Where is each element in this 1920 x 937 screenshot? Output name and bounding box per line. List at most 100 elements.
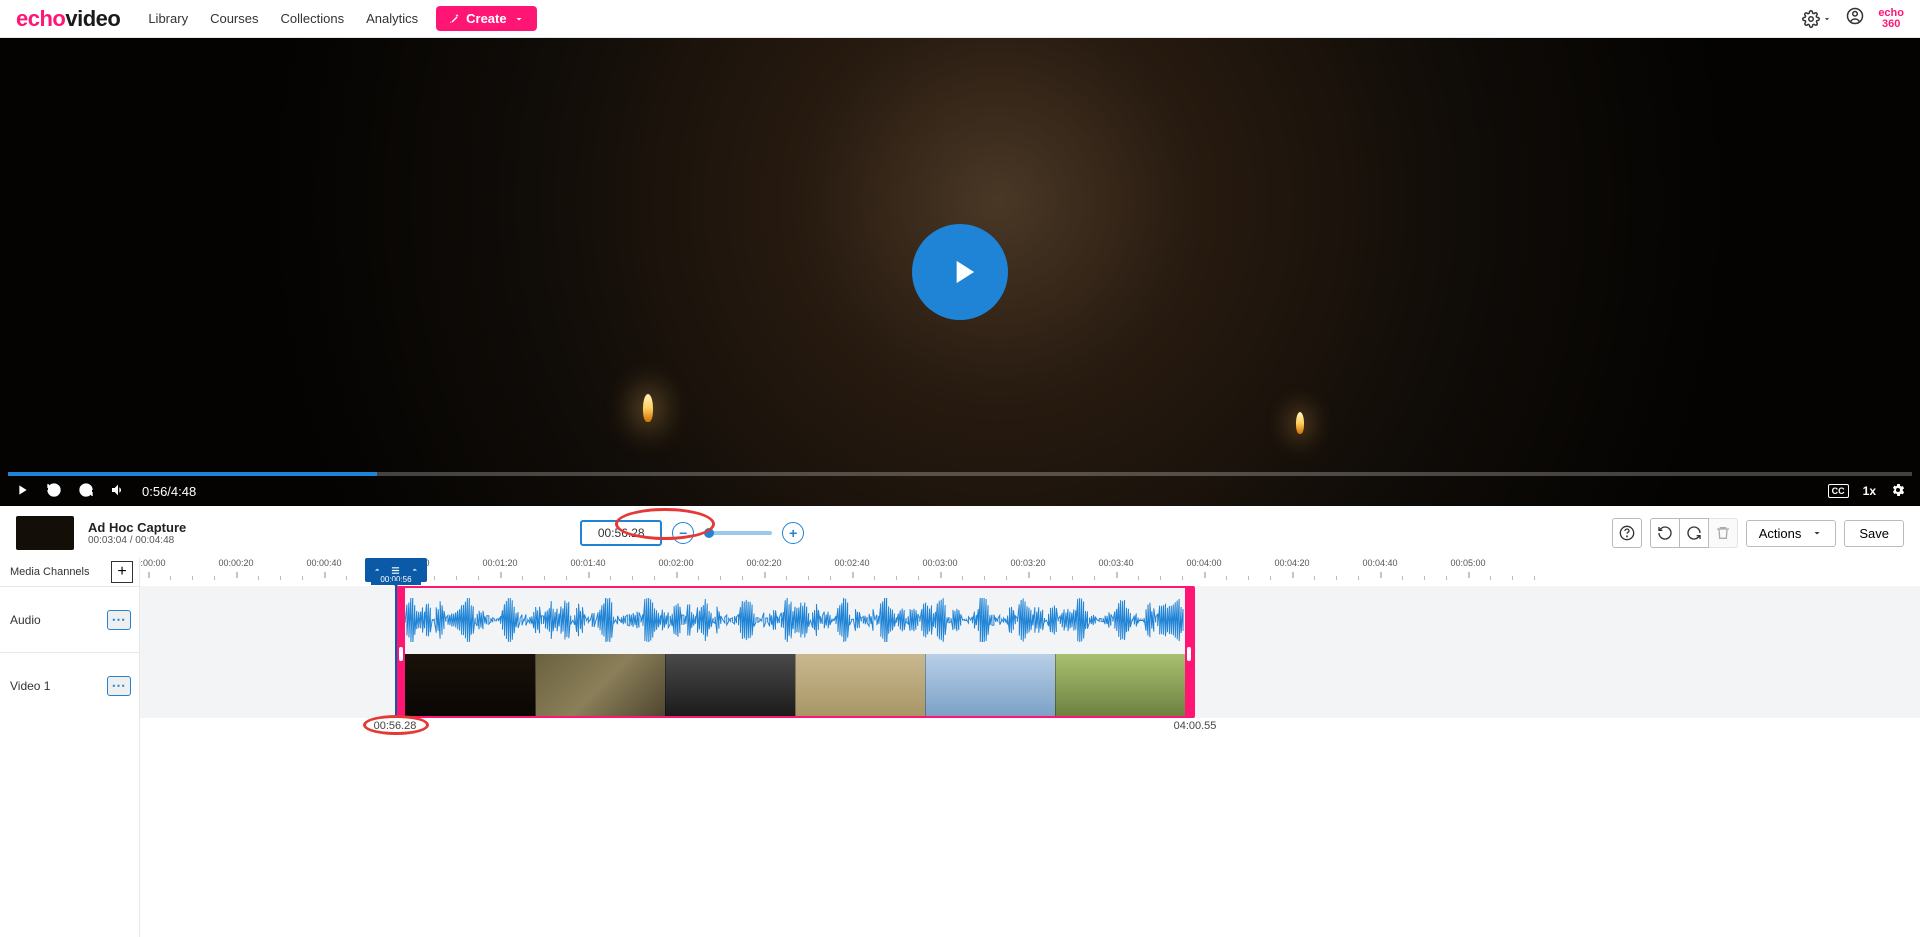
channels-header: Media Channels + [0,558,139,586]
forward-button[interactable] [78,482,94,501]
add-channel-button[interactable]: + [111,561,133,583]
nav-library[interactable]: Library [148,11,188,26]
trim-handle-end[interactable] [1185,588,1193,716]
timeline: Media Channels + Audio ⋯ Video 1 ⋯ 00:00… [0,558,1920,937]
clip-region[interactable] [395,586,1195,718]
gear-icon [1802,10,1820,28]
trash-icon [1715,525,1731,541]
nav-collections[interactable]: Collections [281,11,345,26]
zoom-out-button[interactable]: − [672,522,694,544]
trim-start-timecode: 00:56.28 [374,720,417,732]
undo-icon [1657,525,1673,541]
video-thumbnail [535,654,665,718]
video-thumbnail [925,654,1055,718]
player-settings-button[interactable] [1890,482,1906,501]
help-button[interactable] [1612,518,1642,548]
ruler-tick: 00:04:20 [1274,558,1309,568]
echo360-logo[interactable]: echo 360 [1878,8,1904,30]
zoom-slider[interactable] [704,531,772,535]
audio-track[interactable] [405,588,1185,652]
rewind-button[interactable] [46,482,62,501]
timeline-tracks[interactable]: 00:00:0000:00:2000:00:4000:01:0000:01:20… [140,558,1920,937]
volume-icon [110,482,126,498]
video-thumbnail [795,654,925,718]
video-track[interactable] [405,654,1185,718]
history-group [1650,518,1738,548]
actions-label: Actions [1759,526,1802,541]
redo-button[interactable] [1679,518,1709,548]
media-duration: 00:03:04 / 00:04:48 [88,535,186,546]
video-thumbnail [1055,654,1185,718]
header-right: echo 360 [1802,7,1904,30]
ruler-tick: 00:05:00 [1450,558,1485,568]
user-circle-icon [1846,7,1864,25]
time-display: 0:56/4:48 [142,484,196,499]
channel-row-video1: Video 1 ⋯ [0,652,139,718]
channel-label-audio: Audio [10,613,41,627]
waveform [405,598,1185,642]
create-button[interactable]: Create [436,6,536,31]
delete-button[interactable] [1708,518,1738,548]
video-content [1296,412,1304,434]
ruler-tick: 00:00:20 [218,558,253,568]
play-icon [14,482,30,498]
logo-part2: video [65,6,120,31]
video-content [643,394,653,422]
redo-icon [1686,525,1702,541]
channel-row-audio: Audio ⋯ [0,586,139,652]
channel-menu-video1[interactable]: ⋯ [107,676,131,696]
chevron-down-icon [1811,527,1823,539]
app-header: echovideo Library Courses Collections An… [0,0,1920,38]
chevron-down-icon [513,13,525,25]
create-label: Create [466,11,506,26]
channel-label-video1: Video 1 [10,679,50,693]
gear-icon [1890,482,1906,498]
logo[interactable]: echovideo [16,6,120,32]
main-nav: Library Courses Collections Analytics [148,11,418,26]
media-thumbnail[interactable] [16,516,74,550]
trim-handle-start[interactable] [397,588,405,716]
captions-button[interactable]: CC [1828,484,1849,498]
center-tools: − + [580,520,804,546]
playhead[interactable]: 00:00:56 [395,586,397,718]
video-thumbnail [665,654,795,718]
ruler-tick: 00:03:40 [1098,558,1133,568]
logo-part1: echo [16,6,65,31]
speed-button[interactable]: 1x [1863,484,1876,498]
save-button[interactable]: Save [1844,520,1904,547]
video-thumbnail [405,654,535,718]
ruler-tick: 00:02:00 [658,558,693,568]
play-small-button[interactable] [14,482,30,501]
ruler-tick: 00:04:40 [1362,558,1397,568]
ruler-tick: 00:03:20 [1010,558,1045,568]
zoom-in-button[interactable]: + [782,522,804,544]
editor-toolbar: Ad Hoc Capture 00:03:04 / 00:04:48 − + A… [0,506,1920,558]
player-controls: 0:56/4:48 CC 1x [0,476,1920,506]
nav-courses[interactable]: Courses [210,11,258,26]
media-title-block: Ad Hoc Capture 00:03:04 / 00:04:48 [88,520,186,546]
ruler-tick: 00:02:40 [834,558,869,568]
actions-dropdown[interactable]: Actions [1746,520,1837,547]
undo-button[interactable] [1650,518,1680,548]
volume-button[interactable] [110,482,126,501]
play-button[interactable] [912,224,1008,320]
trim-end-timecode: 04:00.55 [1174,720,1217,732]
channel-menu-audio[interactable]: ⋯ [107,610,131,630]
caret-down-icon [1822,14,1832,24]
ruler-tick: 00:00:00 [140,558,166,568]
channels-label: Media Channels [10,566,90,578]
settings-dropdown[interactable] [1802,10,1832,28]
media-title: Ad Hoc Capture [88,520,186,535]
wand-icon [448,13,460,25]
account-button[interactable] [1846,7,1864,30]
rewind-icon [46,482,62,498]
ruler-tick: 00:04:00 [1186,558,1221,568]
video-player: 0:56/4:48 CC 1x [0,38,1920,506]
playhead-time-input[interactable] [580,520,662,546]
channels-column: Media Channels + Audio ⋯ Video 1 ⋯ [0,558,140,937]
play-icon [944,253,982,291]
ruler-tick: 00:03:00 [922,558,957,568]
nav-analytics[interactable]: Analytics [366,11,418,26]
forward-icon [78,482,94,498]
help-icon [1619,525,1635,541]
